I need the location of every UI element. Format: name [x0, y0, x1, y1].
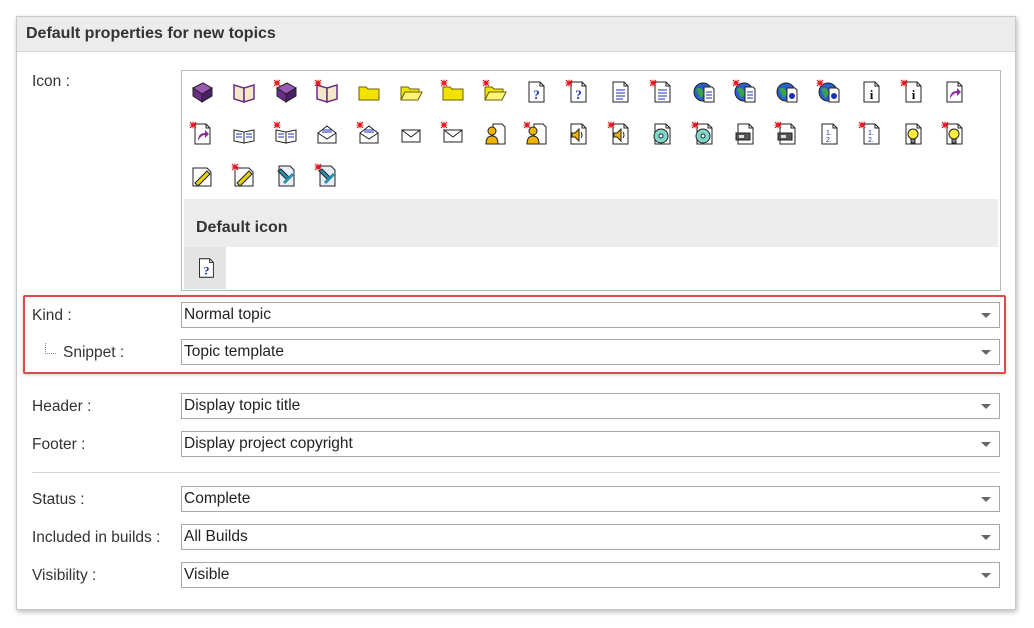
- numbered-page-icon[interactable]: 1. 2.: [816, 121, 842, 147]
- edit-page-new-icon[interactable]: [230, 163, 257, 189]
- sound-page-new-icon[interactable]: [607, 121, 633, 147]
- tools-page-new-icon[interactable]: [314, 163, 340, 189]
- default-icon-header: Default icon: [184, 199, 998, 247]
- svg-text:?: ?: [203, 263, 209, 277]
- info-page-new-icon[interactable]: i: [899, 79, 926, 105]
- status-value: Complete: [184, 490, 251, 507]
- svg-text:i: i: [911, 87, 915, 102]
- mail-closed-icon[interactable]: [398, 121, 424, 147]
- snippet-label: Snippet :: [63, 344, 125, 361]
- kind-value: Normal topic: [184, 306, 271, 323]
- video-page-icon[interactable]: [732, 121, 758, 147]
- folder-open-icon[interactable]: [398, 79, 424, 105]
- kind-select[interactable]: Normal topic: [181, 302, 1000, 328]
- mail-open-icon[interactable]: [314, 121, 340, 147]
- footer-select[interactable]: Display project copyright: [181, 431, 1000, 457]
- book-closed-new-icon[interactable]: [272, 79, 299, 105]
- header-select[interactable]: Display topic title: [181, 393, 1000, 419]
- default-icon-cell[interactable]: ?: [184, 247, 226, 289]
- svg-text:?: ?: [575, 87, 582, 102]
- mail-closed-new-icon[interactable]: [439, 121, 466, 147]
- help-page-icon[interactable]: ?: [523, 79, 549, 105]
- svg-text:2.: 2.: [868, 137, 874, 144]
- globe-page-icon[interactable]: [774, 79, 800, 105]
- chevron-down-icon: [981, 535, 991, 540]
- web-page-new-icon[interactable]: [732, 79, 758, 105]
- shortcut-page-new-icon[interactable]: [189, 121, 215, 147]
- builds-label: Included in builds :: [32, 529, 161, 546]
- tools-page-icon[interactable]: [273, 163, 299, 189]
- chevron-down-icon: [981, 404, 991, 409]
- numbered-page-new-icon[interactable]: 1. 2.: [857, 121, 884, 147]
- book-open-small-icon[interactable]: [231, 121, 257, 147]
- svg-text:i: i: [869, 87, 873, 102]
- edit-page-icon[interactable]: [189, 163, 215, 189]
- idea-page-new-icon[interactable]: [941, 121, 967, 147]
- book-closed-icon[interactable]: [189, 79, 215, 105]
- svg-text:?: ?: [534, 87, 541, 102]
- user-page-new-icon[interactable]: [523, 121, 549, 147]
- web-page-icon[interactable]: [691, 79, 717, 105]
- panel-header: Default properties for new topics: [17, 17, 1015, 52]
- folder-closed-icon[interactable]: [356, 79, 382, 105]
- chevron-down-icon: [981, 442, 991, 447]
- user-page-icon[interactable]: [482, 121, 508, 147]
- footer-value: Display project copyright: [184, 435, 353, 452]
- book-open-icon[interactable]: [231, 79, 257, 105]
- help-page-new-icon[interactable]: ?: [565, 79, 591, 105]
- snippet-value: Topic template: [184, 343, 284, 360]
- chevron-down-icon: [981, 313, 991, 318]
- header-value: Display topic title: [184, 397, 301, 414]
- folder-closed-new-icon[interactable]: [439, 79, 466, 105]
- visibility-value: Visible: [184, 566, 230, 583]
- text-page-new-icon[interactable]: [648, 79, 675, 105]
- status-label: Status :: [32, 491, 85, 508]
- info-page-icon[interactable]: i: [858, 79, 884, 105]
- visibility-label: Visibility :: [32, 567, 97, 584]
- icon-picker: ?? i i 1. 2. 1. 2. Default icon ?: [181, 70, 1001, 291]
- svg-text:1.: 1.: [826, 130, 832, 137]
- kind-label: Kind :: [32, 307, 72, 324]
- header-label: Header :: [32, 398, 92, 415]
- default-icon-title: Default icon: [196, 219, 288, 236]
- snippet-select[interactable]: Topic template: [181, 339, 1000, 365]
- video-page-new-icon[interactable]: [774, 121, 800, 147]
- mail-open-new-icon[interactable]: [356, 121, 382, 147]
- status-select[interactable]: Complete: [181, 486, 1000, 512]
- shortcut-page-icon[interactable]: [941, 79, 967, 105]
- icon-label: Icon :: [32, 73, 70, 90]
- footer-label: Footer :: [32, 436, 86, 453]
- visibility-select[interactable]: Visible: [181, 562, 1000, 588]
- properties-panel: Default properties for new topics Icon :…: [16, 16, 1016, 610]
- tree-connector-icon: [45, 343, 56, 354]
- folder-open-new-icon[interactable]: [481, 79, 508, 105]
- sound-page-icon[interactable]: [565, 121, 591, 147]
- divider: [32, 472, 1000, 473]
- chevron-down-icon: [981, 497, 991, 502]
- book-open-new-icon[interactable]: [314, 79, 340, 105]
- book-open-small-new-icon[interactable]: [272, 121, 299, 147]
- svg-text:1.: 1.: [868, 130, 874, 137]
- svg-text:2.: 2.: [826, 137, 832, 144]
- globe-page-new-icon[interactable]: [816, 79, 842, 105]
- builds-value: All Builds: [184, 528, 248, 545]
- cd-page-icon[interactable]: [649, 121, 675, 147]
- cd-page-new-icon[interactable]: [690, 121, 717, 147]
- idea-page-icon[interactable]: [900, 121, 926, 147]
- builds-select[interactable]: All Builds: [181, 524, 1000, 550]
- chevron-down-icon: [981, 573, 991, 578]
- chevron-down-icon: [981, 350, 991, 355]
- text-page-icon[interactable]: [607, 79, 633, 105]
- panel-title: Default properties for new topics: [26, 25, 276, 42]
